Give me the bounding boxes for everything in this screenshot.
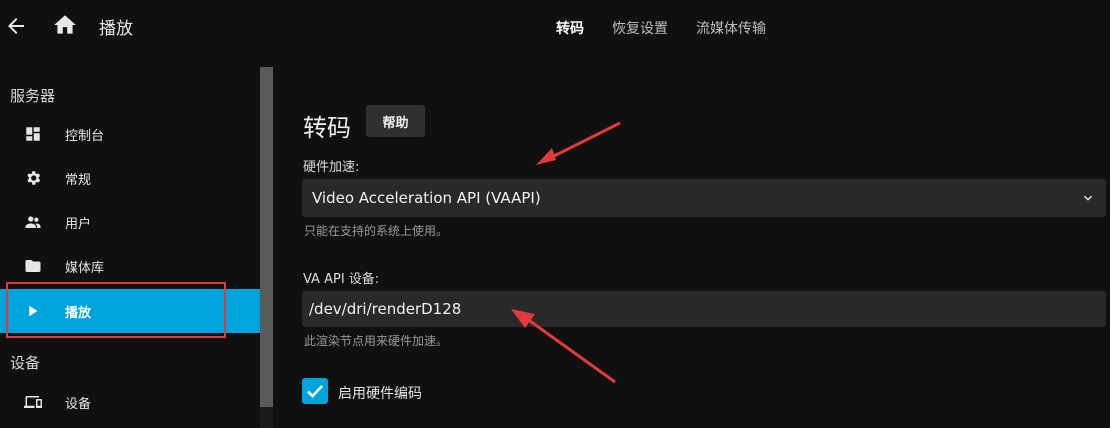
tab-transcoding[interactable]: 转码 <box>556 18 584 38</box>
sidebar-item-devices[interactable]: 设备 <box>0 380 260 424</box>
sidebar-item-label: 用户 <box>65 217 92 232</box>
hw-accel-label: 硬件加速: <box>303 160 360 175</box>
vaapi-device-field-wrapper <box>302 291 1106 327</box>
annotation-arrow-1 <box>536 121 621 165</box>
users-icon <box>25 216 41 228</box>
tab-streaming[interactable]: 流媒体传输 <box>696 18 766 38</box>
main-content: 转码 帮助 硬件加速: Video Acceleration API (VAAP… <box>273 54 1110 428</box>
annotation-highlight-box <box>6 282 226 338</box>
sidebar-item-general[interactable]: 常规 <box>0 156 260 200</box>
help-button[interactable]: 帮助 <box>366 105 425 137</box>
sidebar-item-users[interactable]: 用户 <box>0 200 260 244</box>
hw-accel-hint: 只能在支持的系统上使用。 <box>304 224 449 238</box>
tab-resume-settings[interactable]: 恢复设置 <box>612 18 668 38</box>
hw-accel-selected-value: Video Acceleration API (VAAPI) <box>312 189 541 207</box>
vaapi-device-hint: 此渲染节点用来硬件加速。 <box>304 334 449 348</box>
section-heading: 转码 <box>303 114 351 142</box>
hw-accel-select[interactable]: Video Acceleration API (VAAPI) <box>302 179 1106 217</box>
sidebar-scrollbar-thumb[interactable] <box>260 67 273 407</box>
folder-icon <box>25 260 41 272</box>
top-bar: 播放 转码 恢复设置 流媒体传输 <box>0 0 1110 54</box>
chevron-down-icon <box>1084 195 1092 201</box>
sidebar-item-label: 媒体库 <box>65 261 105 276</box>
enable-hw-encoding-label[interactable]: 启用硬件编码 <box>338 383 422 403</box>
gear-icon <box>27 171 41 185</box>
annotation-arrow-2 <box>511 309 616 384</box>
sidebar-item-label: 控制台 <box>65 129 105 144</box>
page-title: 播放 <box>99 19 133 39</box>
sidebar-item-dashboard[interactable]: 控制台 <box>0 112 260 156</box>
devices-icon <box>24 396 42 408</box>
arrow-left-icon[interactable] <box>4 14 28 38</box>
dashboard-icon <box>26 127 40 141</box>
vaapi-device-input[interactable] <box>302 291 1089 327</box>
enable-hw-encoding-checkbox[interactable] <box>302 378 328 404</box>
home-icon[interactable] <box>52 12 78 38</box>
vaapi-device-label: VA API 设备: <box>303 272 380 287</box>
sidebar-item-label: 常规 <box>65 173 92 188</box>
sidebar-section-server: 服务器 <box>10 87 56 105</box>
sidebar-item-label: 设备 <box>65 397 92 412</box>
sidebar-section-devices: 设备 <box>10 354 41 372</box>
tab-bar: 转码 恢复设置 流媒体传输 <box>556 18 794 38</box>
check-icon <box>307 385 323 398</box>
